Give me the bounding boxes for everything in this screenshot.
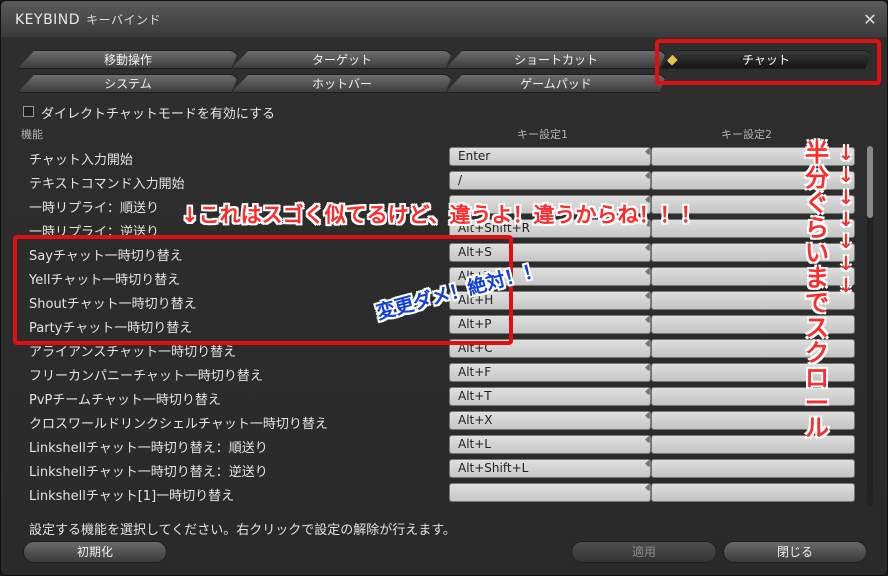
key-setting-1-value: Alt+C (458, 341, 493, 355)
key-setting-1-value: Alt+X (458, 413, 493, 427)
direct-chat-label: ダイレクトチャットモードを有効にする (41, 107, 276, 122)
key-setting-2-field[interactable] (651, 459, 855, 478)
keybind-function-name: クロスワールドリンクシェルチャット一時切り替え (29, 417, 328, 432)
tab-system[interactable]: システム (17, 74, 239, 93)
keybind-function-name: Sayチャット一時切り替え (29, 249, 183, 264)
column-header-function: 機能 (21, 128, 43, 141)
keybind-function-name: Partyチャット一時切り替え (29, 321, 193, 336)
keybind-function-name: Shoutチャット一時切り替え (29, 297, 197, 312)
key-setting-1-field[interactable]: Alt+F (449, 363, 651, 382)
key-setting-1-field[interactable]: Alt+L (449, 435, 651, 454)
key-setting-1-value: Alt+F (458, 365, 492, 379)
key-setting-1-field[interactable]: Alt+T (449, 387, 651, 406)
keybind-function-name: Linkshellチャット一時切り替え：逆送り (29, 465, 268, 480)
column-header-key1: キー設定1 (517, 128, 568, 141)
key-setting-1-field[interactable]: Alt+Shift+L (449, 459, 651, 478)
reset-button[interactable]: 初期化 (23, 541, 167, 563)
keybind-function-name: Yellチャット一時切り替え (29, 273, 181, 288)
keybind-function-name: チャット入力開始 (29, 153, 133, 168)
key-setting-1-field[interactable]: / (449, 171, 651, 190)
keybind-row[interactable]: アライアンスチャット一時切り替え Alt+C ◆ (23, 337, 855, 361)
tab-target[interactable]: ターゲット (231, 50, 453, 69)
window-subtitle: キーバインド (86, 13, 161, 27)
annotation-arrows: ↓ ↓ ↓ ↓ ↓ ↓ ↓ (838, 143, 854, 297)
keybind-window: KEYBIND キーバインド ✕ 移動操作 ターゲット ショートカット チャット … (0, 0, 888, 576)
annotation-scroll-note: 半分ぐらいまでスクロール (805, 139, 829, 442)
help-text: 設定する機能を選択してください。右クリックで設定の解除が行えます。 (29, 523, 456, 538)
close-crossed-icon[interactable]: ✕ (861, 11, 879, 29)
keybind-row[interactable]: テキストコマンド入力開始 / ◆ (23, 169, 855, 193)
key-setting-1-value: / (458, 173, 463, 187)
tab-hotbar[interactable]: ホットバー (231, 74, 453, 93)
keybind-function-name: アライアンスチャット一時切り替え (29, 345, 237, 360)
keybind-function-name: 一時リプライ：逆送り (29, 225, 160, 240)
apply-button[interactable]: 適用 (571, 541, 717, 563)
key-setting-1-value: Enter (458, 149, 491, 163)
tab-shortcut[interactable]: ショートカット (445, 50, 667, 69)
key-setting-1-value: Alt+Shift+L (458, 461, 529, 475)
key-setting-1-value: Alt+L (458, 437, 491, 451)
window-title: KEYBIND キーバインド (15, 11, 161, 28)
key-setting-1-field[interactable]: Alt+S (449, 243, 651, 262)
key-setting-1-field[interactable]: Alt+P (449, 315, 651, 334)
keybind-function-name: Linkshellチャット一時切り替え：順送り (29, 441, 268, 456)
keybind-row[interactable]: Linkshellチャット一時切り替え：順送り Alt+L ◆ (23, 433, 855, 457)
key-setting-1-value: Alt+S (458, 245, 492, 259)
key-setting-1-value: Alt+T (458, 389, 492, 403)
window-title-text: KEYBIND (15, 12, 81, 28)
key-setting-1-field[interactable]: Alt+C (449, 339, 651, 358)
keybind-function-name: PvPチームチャット一時切り替え (29, 393, 221, 408)
annotation-similar-warning: ↓これはスゴく似てるけど、違うよ！違うからね！！！ (181, 203, 702, 227)
keybind-row[interactable]: チャット入力開始 Enter ◆ (23, 145, 855, 169)
keybind-row[interactable]: Partyチャット一時切り替え Alt+P ◆ (23, 313, 855, 337)
list-scrollbar[interactable] (867, 146, 873, 506)
close-button[interactable]: 閉じる (723, 541, 867, 563)
title-bar[interactable]: KEYBIND キーバインド ✕ (1, 1, 887, 37)
keybind-row[interactable]: Linkshellチャット[1]一時切り替え ◆ (23, 481, 855, 505)
keybind-function-name: Linkshellチャット[1]一時切り替え (29, 489, 235, 504)
direct-chat-checkbox[interactable] (23, 106, 34, 117)
keybind-function-name: 一時リプライ：順送り (29, 201, 160, 216)
keybind-function-name: フリーカンパニーチャット一時切り替え (29, 369, 263, 384)
key-setting-1-field[interactable]: Enter (449, 147, 651, 166)
keybind-row[interactable]: フリーカンパニーチャット一時切り替え Alt+F ◆ (23, 361, 855, 385)
tab-chat[interactable]: チャット (659, 50, 873, 69)
scrollbar-thumb[interactable] (867, 146, 873, 218)
column-header-key2: キー設定2 (721, 128, 772, 141)
tab-movement[interactable]: 移動操作 (17, 50, 239, 69)
key-setting-1-field[interactable] (449, 483, 651, 502)
keybind-row[interactable]: クロスワールドリンクシェルチャット一時切り替え Alt+X ◆ (23, 409, 855, 433)
keybind-row[interactable]: Sayチャット一時切り替え Alt+S ◆ (23, 241, 855, 265)
keybind-row[interactable]: Linkshellチャット一時切り替え：逆送り Alt+Shift+L ◆ (23, 457, 855, 481)
key-setting-2-field[interactable] (651, 483, 855, 502)
keybind-function-name: テキストコマンド入力開始 (29, 177, 185, 192)
key-setting-1-field[interactable]: Alt+X (449, 411, 651, 430)
tab-gamepad[interactable]: ゲームパッド (445, 74, 667, 93)
keybind-row[interactable]: PvPチームチャット一時切り替え Alt+T ◆ (23, 385, 855, 409)
key-setting-1-value: Alt+P (458, 317, 492, 331)
